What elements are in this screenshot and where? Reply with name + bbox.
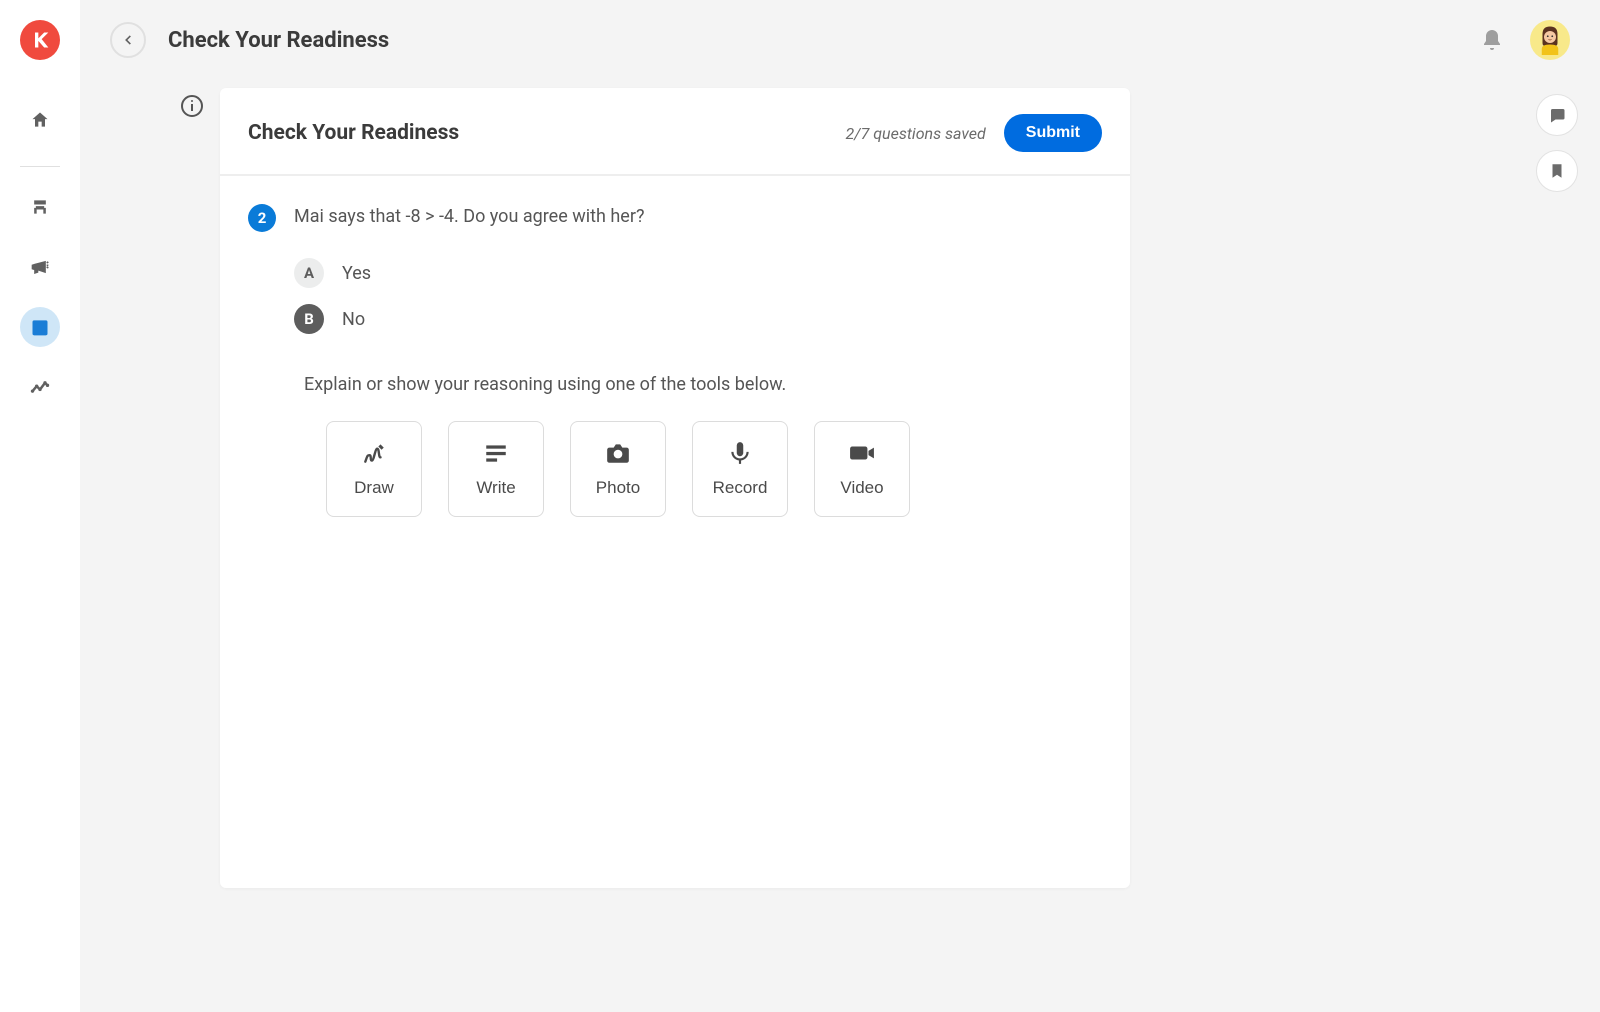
card-body: 2 Mai says that -8 > -4. Do you agree wi…: [220, 176, 1130, 545]
video-icon: [849, 440, 875, 466]
avatar-icon: [1535, 23, 1565, 57]
question-row: 2 Mai says that -8 > -4. Do you agree wi…: [248, 204, 1102, 232]
content: Check Your Readiness 2/7 questions saved…: [220, 88, 1130, 888]
topbar: Check Your Readiness: [80, 0, 1600, 70]
card-title: Check Your Readiness: [248, 121, 845, 145]
option-a[interactable]: A Yes: [294, 258, 1102, 288]
sidebar: [0, 0, 80, 1012]
question-card: Check Your Readiness 2/7 questions saved…: [220, 88, 1130, 888]
back-button[interactable]: [110, 22, 146, 58]
calendar-icon: [30, 317, 50, 337]
avatar[interactable]: [1530, 20, 1570, 60]
nav-home[interactable]: [20, 100, 60, 140]
tool-label: Video: [840, 478, 883, 498]
bookmark-icon: [1548, 162, 1566, 180]
tool-write[interactable]: Write: [448, 421, 544, 517]
tool-draw[interactable]: Draw: [326, 421, 422, 517]
floating-actions: [1536, 94, 1578, 192]
logo-icon: [30, 30, 50, 50]
question-number: 2: [248, 204, 276, 232]
notifications-button[interactable]: [1480, 28, 1504, 52]
bell-icon: [1480, 28, 1504, 52]
main-region: Check Your Readiness: [80, 0, 1600, 1012]
write-icon: [483, 440, 509, 466]
nav-divider: [20, 166, 60, 167]
microphone-icon: [727, 440, 753, 466]
home-icon: [30, 110, 50, 130]
nav-announce[interactable]: [20, 247, 60, 287]
tool-photo[interactable]: Photo: [570, 421, 666, 517]
save-status: 2/7 questions saved: [845, 124, 985, 143]
submit-button[interactable]: Submit: [1004, 114, 1102, 152]
megaphone-icon: [30, 257, 50, 277]
nav-desk[interactable]: [20, 187, 60, 227]
chat-button[interactable]: [1536, 94, 1578, 136]
app-logo[interactable]: [20, 20, 60, 60]
options-list: A Yes B No: [294, 258, 1102, 334]
desk-icon: [30, 197, 50, 217]
tool-label: Record: [713, 478, 768, 498]
tool-record[interactable]: Record: [692, 421, 788, 517]
nav-analytics[interactable]: [20, 367, 60, 407]
draw-icon: [361, 440, 387, 466]
tool-label: Write: [476, 478, 515, 498]
info-button[interactable]: [180, 94, 204, 118]
tool-label: Photo: [596, 478, 640, 498]
card-header: Check Your Readiness 2/7 questions saved…: [220, 88, 1130, 176]
option-label: No: [342, 309, 365, 330]
tools-row: Draw Write Photo Record: [326, 421, 1102, 517]
chevron-left-icon: [121, 33, 135, 47]
info-icon: [180, 94, 204, 118]
camera-icon: [605, 440, 631, 466]
question-text: Mai says that -8 > -4. Do you agree with…: [294, 204, 644, 227]
option-letter: B: [294, 304, 324, 334]
option-label: Yes: [342, 263, 371, 284]
page-title: Check Your Readiness: [168, 28, 1480, 53]
explain-prompt: Explain or show your reasoning using one…: [304, 374, 1102, 395]
option-letter: A: [294, 258, 324, 288]
analytics-icon: [30, 377, 50, 397]
tool-video[interactable]: Video: [814, 421, 910, 517]
tool-label: Draw: [354, 478, 394, 498]
nav-calendar[interactable]: [20, 307, 60, 347]
bookmark-button[interactable]: [1536, 150, 1578, 192]
option-b[interactable]: B No: [294, 304, 1102, 334]
chat-icon: [1548, 106, 1566, 124]
